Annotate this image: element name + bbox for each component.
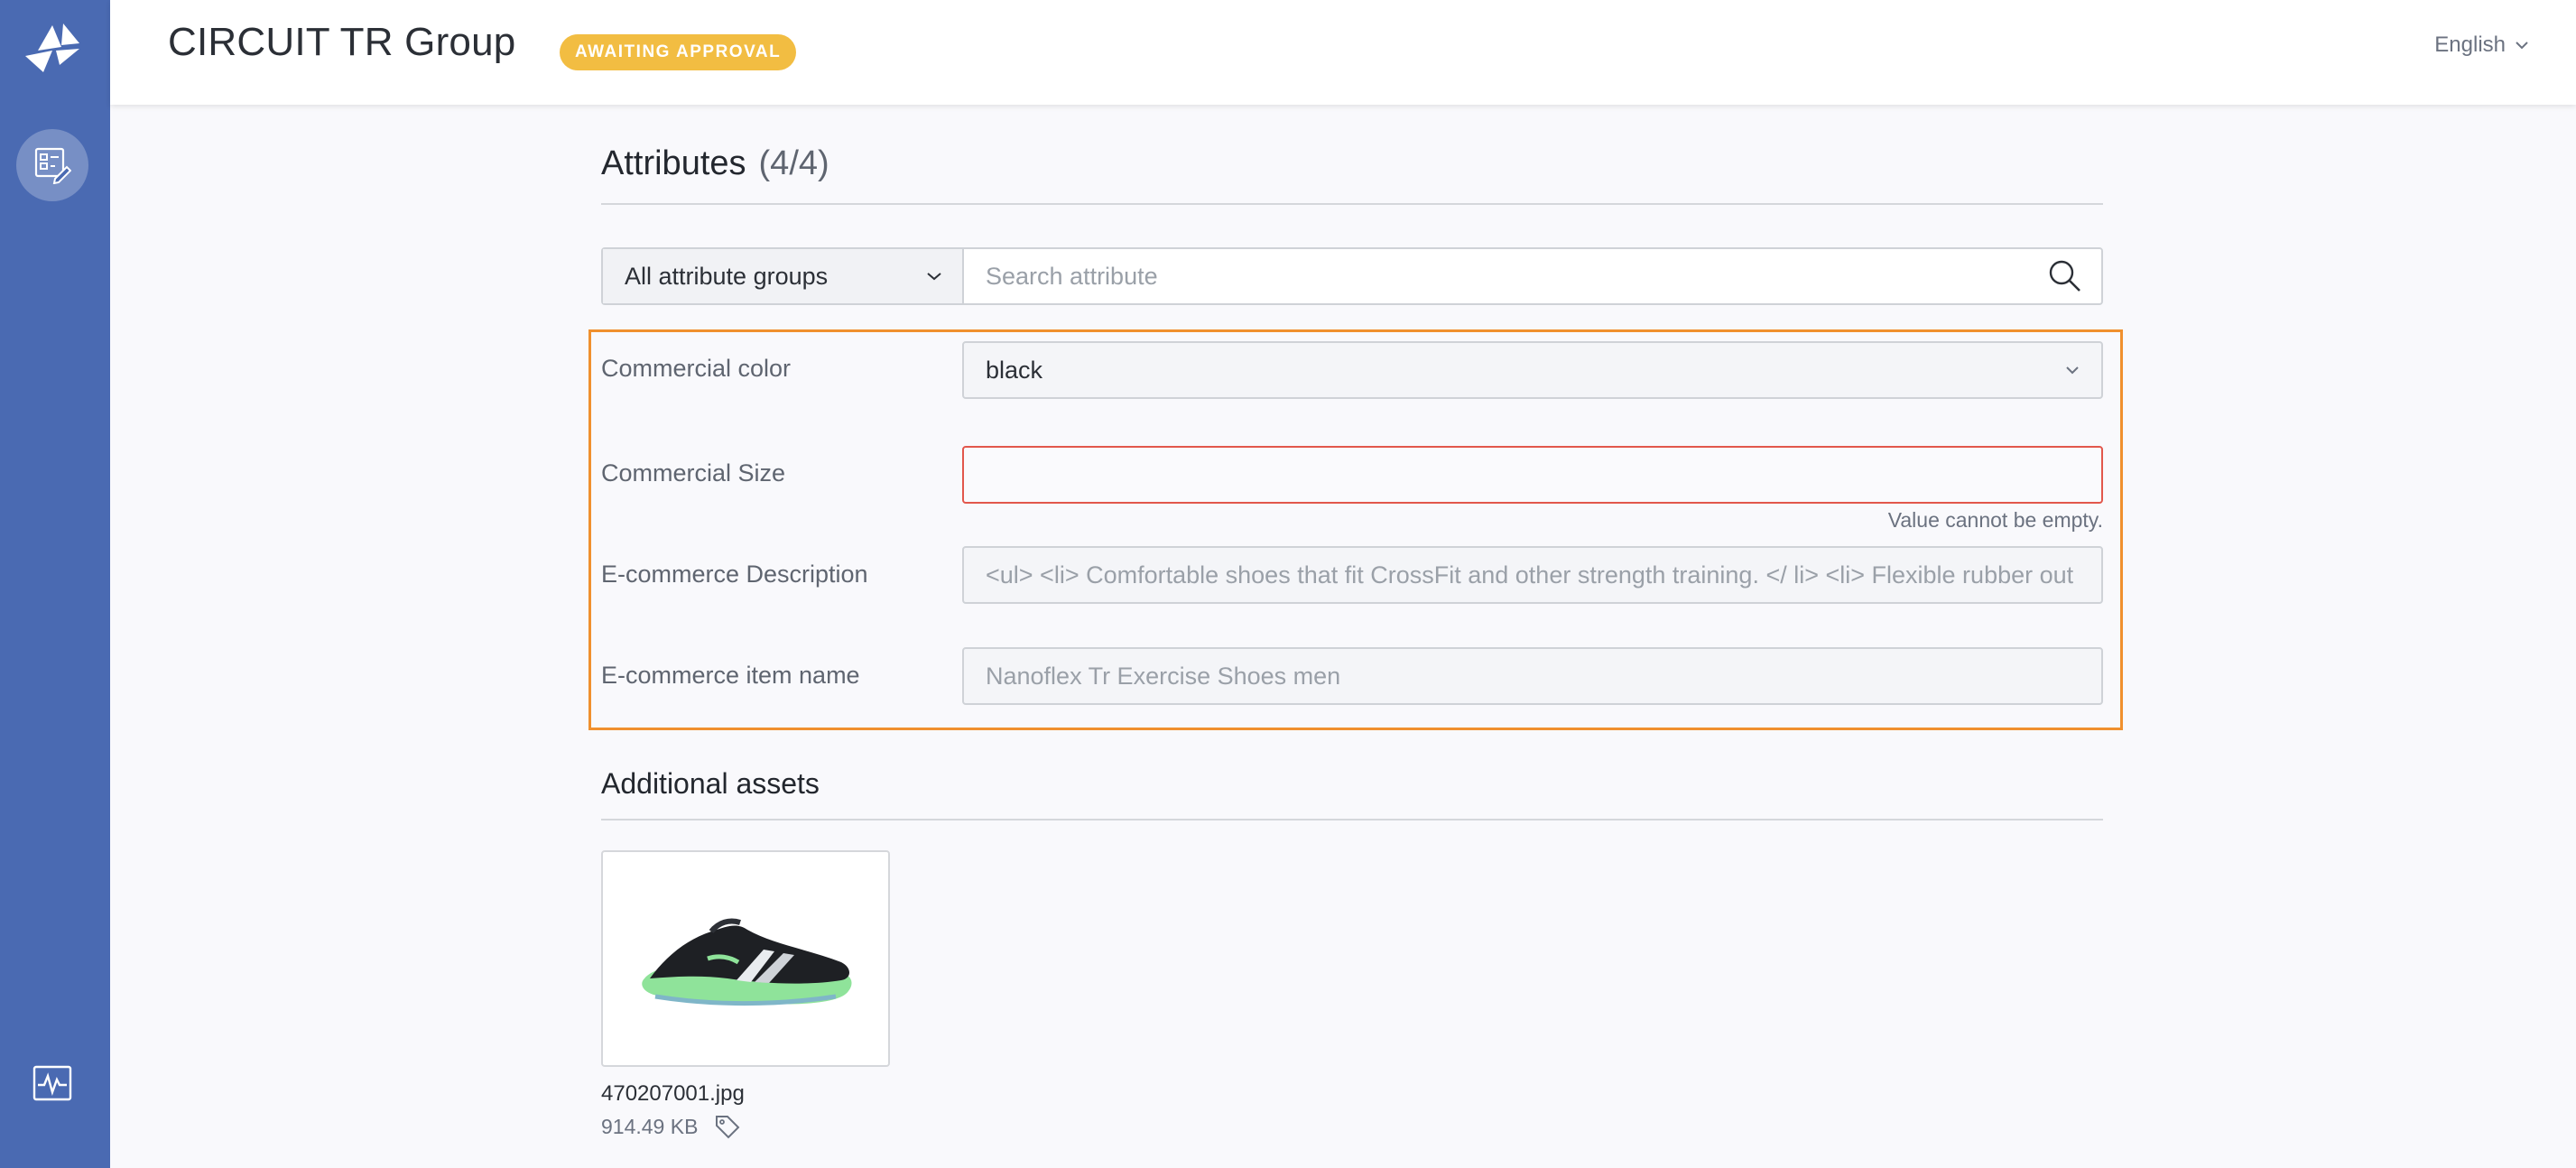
divider xyxy=(601,819,2103,820)
attribute-label-commercial-size: Commercial Size xyxy=(601,459,786,487)
asset-filename: 470207001.jpg xyxy=(601,1081,745,1106)
commercial-color-select[interactable]: black xyxy=(962,341,2103,399)
attributes-title: Attributes xyxy=(601,144,746,182)
ecommerce-description-field[interactable]: <ul> <li> Comfortable shoes that fit Cro… xyxy=(962,546,2103,604)
attributes-count: (4/4) xyxy=(758,144,829,182)
ecommerce-description-value: <ul> <li> Comfortable shoes that fit Cro… xyxy=(986,561,2074,589)
top-bar: CIRCUIT TR Group AWAITING APPROVAL Engli… xyxy=(110,0,2576,105)
app-logo-icon[interactable] xyxy=(20,20,85,78)
language-label: English xyxy=(2434,32,2506,57)
asset-meta: 914.49 KB xyxy=(601,1114,741,1139)
page-title: CIRCUIT TR Group xyxy=(168,20,516,64)
chevron-down-icon xyxy=(2066,366,2079,375)
section-title: Attributes (4/4) xyxy=(601,144,829,183)
commercial-color-value: black xyxy=(986,356,1043,384)
assets-section-title: Additional assets xyxy=(601,767,820,800)
attribute-group-value: All attribute groups xyxy=(625,262,829,290)
attribute-label-commercial-color: Commercial color xyxy=(601,355,792,382)
attribute-label-ecommerce-description: E-commerce Description xyxy=(601,561,868,588)
validation-error-message: Value cannot be empty. xyxy=(1887,508,2103,532)
attribute-group-select[interactable]: All attribute groups xyxy=(603,249,964,303)
attribute-label-ecommerce-item-name: E-commerce item name xyxy=(601,662,860,689)
tag-icon[interactable] xyxy=(714,1114,741,1139)
chevron-down-icon xyxy=(927,273,941,281)
asset-size: 914.49 KB xyxy=(601,1114,699,1138)
activity-icon[interactable] xyxy=(32,1065,72,1101)
search-icon[interactable] xyxy=(2029,249,2101,303)
chevron-down-icon xyxy=(2516,42,2528,50)
attributes-nav-button[interactable] xyxy=(16,129,88,201)
search-input[interactable] xyxy=(964,249,2029,303)
asset-thumbnail[interactable] xyxy=(601,850,890,1067)
language-selector[interactable]: English xyxy=(2434,32,2529,58)
shoe-image xyxy=(642,918,852,1006)
edit-list-icon xyxy=(34,147,71,184)
ecommerce-item-name-field[interactable]: Nanoflex Tr Exercise Shoes men xyxy=(962,647,2103,705)
ecommerce-item-name-value: Nanoflex Tr Exercise Shoes men xyxy=(986,662,1341,690)
attribute-filter-bar: All attribute groups xyxy=(601,247,2103,305)
sidebar xyxy=(0,0,110,1168)
commercial-size-field[interactable] xyxy=(962,446,2103,504)
status-badge: AWAITING APPROVAL xyxy=(560,34,797,70)
divider xyxy=(601,203,2103,205)
